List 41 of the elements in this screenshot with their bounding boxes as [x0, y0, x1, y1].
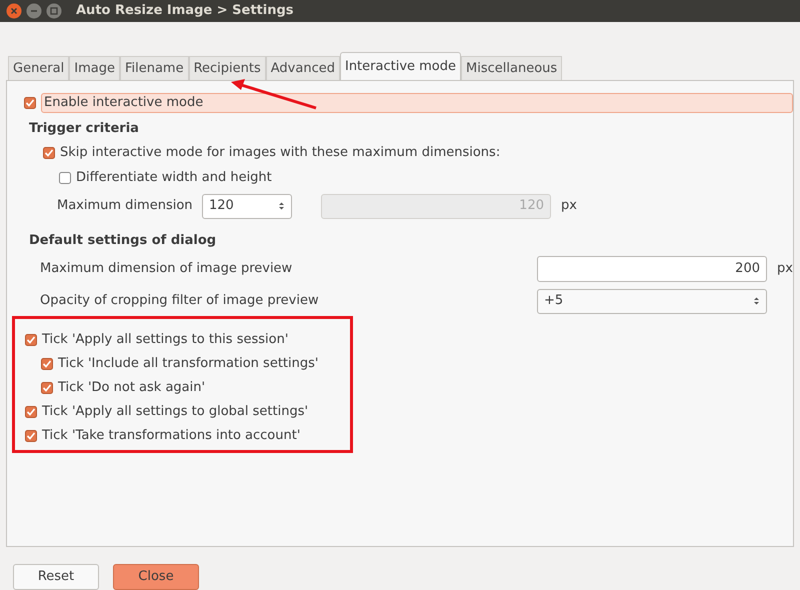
checkbox-label[interactable]: Tick 'Include all transformation settings' [58, 354, 318, 374]
spinner-arrows-icon[interactable] [753, 296, 760, 306]
checkbox[interactable] [25, 430, 37, 442]
minimize-icon[interactable] [26, 3, 42, 19]
tab[interactable]: Miscellaneous [461, 56, 562, 80]
checkbox-label[interactable]: Skip interactive mode for images with these maximum dimensions: [60, 142, 500, 162]
checkbox-label[interactable]: Tick 'Do not ask again' [58, 378, 206, 398]
checkbox-label[interactable]: Tick 'Apply all settings to this session' [42, 330, 288, 350]
checkbox-label[interactable]: Differentiate width and height [76, 168, 272, 188]
checkbox-label[interactable]: Tick 'Take transformations into account' [42, 426, 300, 446]
checkbox-label[interactable]: Enable interactive mode [41, 93, 793, 113]
tab[interactable]: Recipients [188, 56, 266, 80]
close-button[interactable]: Close [113, 564, 199, 590]
checkbox[interactable] [59, 172, 71, 184]
maximize-icon[interactable] [46, 3, 62, 19]
unit-label: px [777, 260, 793, 278]
number-field[interactable]: 200 [537, 256, 767, 282]
section-heading: Trigger criteria [28, 120, 140, 138]
checkbox[interactable] [41, 382, 53, 394]
tab[interactable]: Interactive mode [340, 52, 462, 80]
checkbox[interactable] [25, 334, 37, 346]
field-label: Opacity of cropping filter of image preview [40, 292, 320, 310]
window-title: Auto Resize Image > Settings [76, 2, 294, 20]
checkbox[interactable] [24, 97, 36, 109]
section-heading: Default settings of dialog [28, 232, 218, 250]
unit-label: px [561, 197, 577, 216]
spin-field[interactable]: +5 [537, 288, 767, 314]
field-label: Maximum dimension of image preview [40, 260, 294, 278]
close-icon[interactable] [6, 3, 22, 19]
tab[interactable]: General [8, 56, 70, 80]
reset-button[interactable]: Reset [13, 564, 99, 590]
checkbox[interactable] [41, 358, 53, 370]
checkbox-label[interactable]: Tick 'Apply all settings to global settings' [42, 402, 308, 422]
tab[interactable]: Advanced [266, 56, 340, 80]
spinner-arrows-icon[interactable] [278, 201, 285, 211]
tab[interactable]: Image [69, 56, 120, 80]
checkbox[interactable] [25, 406, 37, 418]
checkbox[interactable] [43, 146, 55, 158]
spin-field[interactable]: 120 [202, 194, 292, 218]
tab[interactable]: Filename [120, 56, 189, 80]
field-label: Maximum dimension [57, 197, 194, 216]
